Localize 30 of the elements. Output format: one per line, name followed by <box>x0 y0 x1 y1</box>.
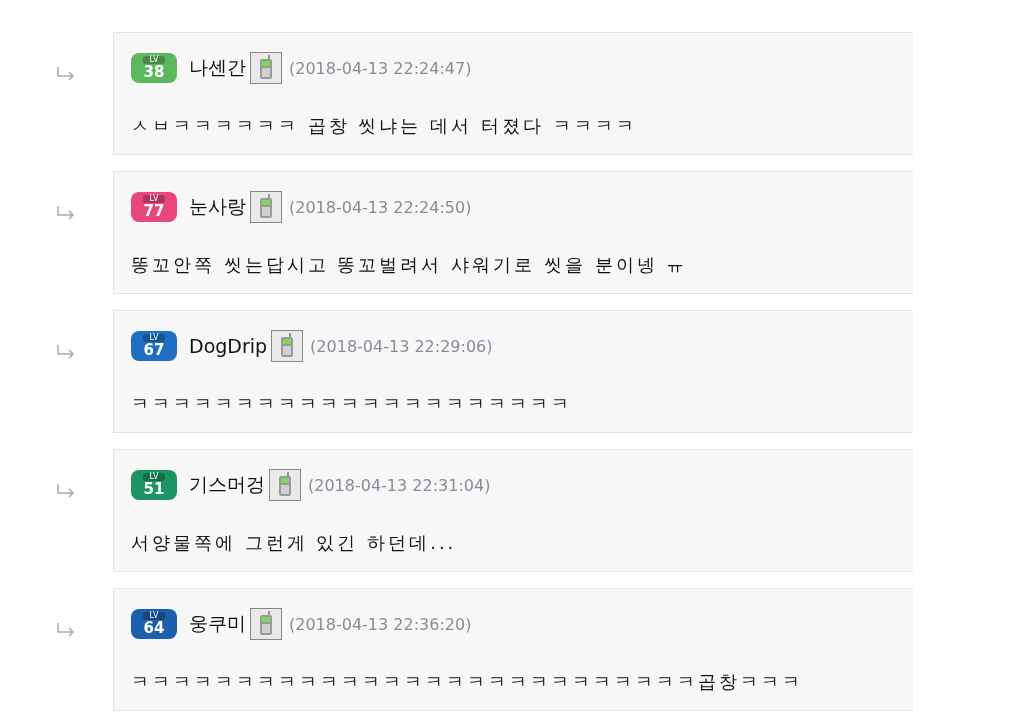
level-badge: LV 51 <box>131 470 177 500</box>
phone-icon[interactable] <box>250 52 282 84</box>
author-name[interactable]: DogDrip <box>189 335 268 357</box>
reply-arrow-icon <box>56 345 76 359</box>
reply-arrow-icon <box>56 484 76 498</box>
reply-arrow-icon <box>56 206 76 220</box>
comment-time: (2018-04-13 22:24:50) <box>289 197 472 217</box>
level-badge: LV 67 <box>131 331 177 361</box>
level-badge: LV 64 <box>131 609 177 639</box>
comment-text: ㅋㅋㅋㅋㅋㅋㅋㅋㅋㅋㅋㅋㅋㅋㅋㅋㅋㅋㅋㅋㅋㅋㅋㅋㅋㅋㅋ곱창ㅋㅋㅋ <box>131 670 804 694</box>
author-name[interactable]: 나센간 <box>189 55 246 81</box>
author-name[interactable]: 웅쿠미 <box>189 611 246 637</box>
phone-icon[interactable] <box>250 608 282 640</box>
phone-icon[interactable] <box>269 469 301 501</box>
comment-time: (2018-04-13 22:29:06) <box>310 336 493 356</box>
author-name[interactable]: 눈사랑 <box>189 194 246 220</box>
phone-icon[interactable] <box>250 191 282 223</box>
author-name[interactable]: 기스머겅 <box>189 472 265 498</box>
comment-text: 똥꼬안쪽 씻는답시고 똥꼬벌려서 샤워기로 씻을 분이넹 ㅠ <box>131 253 689 277</box>
comment-text: ㅅㅂㅋㅋㅋㅋㅋㅋ 곱창 씻냐는 데서 터졌다 ㅋㅋㅋㅋ <box>131 114 638 138</box>
comment-time: (2018-04-13 22:36:20) <box>289 614 472 634</box>
level-badge: LV 38 <box>131 53 177 83</box>
level-badge: LV 77 <box>131 192 177 222</box>
reply-arrow-icon <box>56 623 76 637</box>
comment-text: 서양물쪽에 그런게 있긴 하던데... <box>131 531 458 555</box>
comment-time: (2018-04-13 22:31:04) <box>308 475 491 495</box>
comment-text: ㅋㅋㅋㅋㅋㅋㅋㅋㅋㅋㅋㅋㅋㅋㅋㅋㅋㅋㅋㅋㅋ <box>131 392 573 416</box>
comment-time: (2018-04-13 22:24:47) <box>289 58 472 78</box>
reply-arrow-icon <box>56 67 76 81</box>
phone-icon[interactable] <box>271 330 304 362</box>
